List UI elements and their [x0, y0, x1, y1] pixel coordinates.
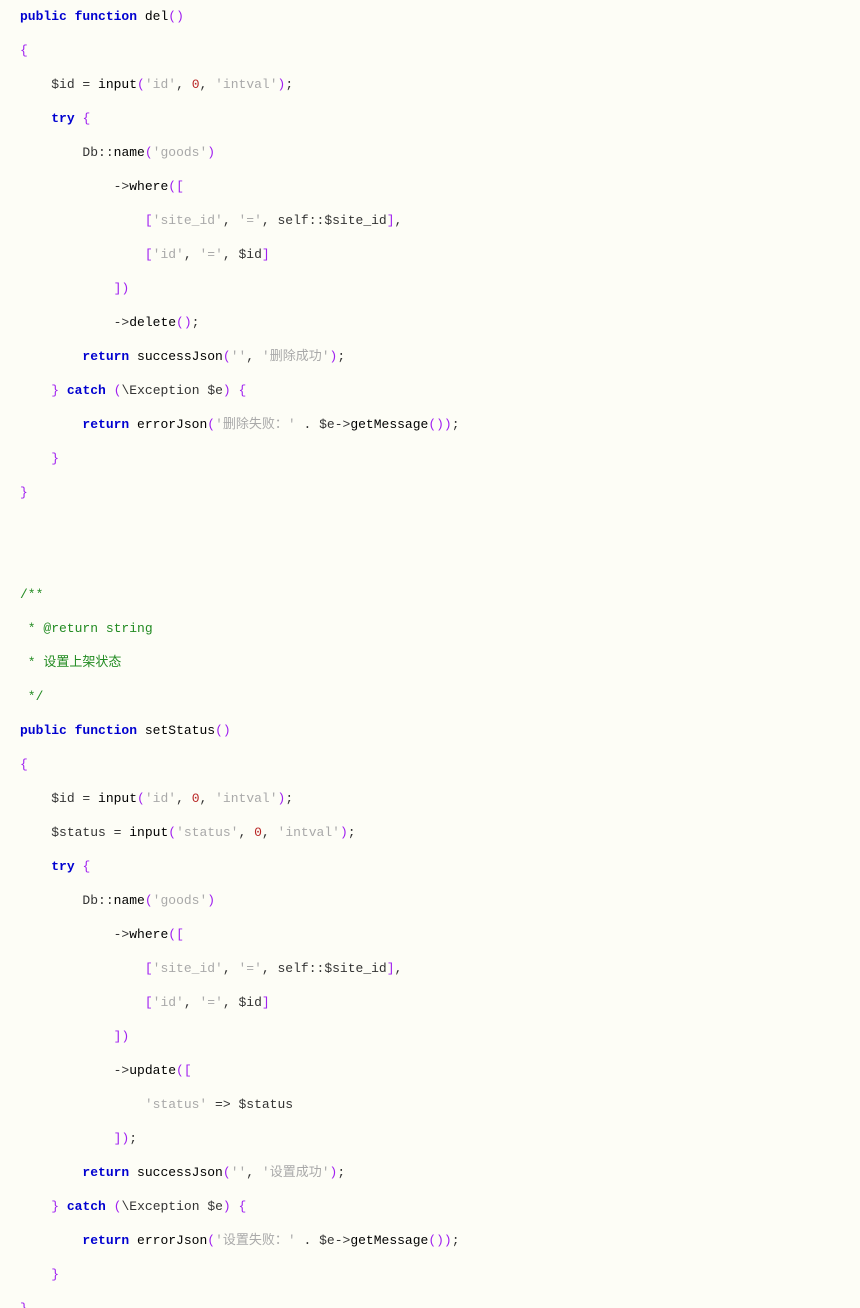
code-line: return successJson('', '设置成功');	[20, 1164, 852, 1181]
code-line: $id = input('id', 0, 'intval');	[20, 76, 852, 93]
code-line: Db::name('goods')	[20, 144, 852, 161]
code-line: ->update([	[20, 1062, 852, 1079]
code-line: public function del()	[20, 8, 852, 25]
code-line: }	[20, 1266, 852, 1283]
code-line: } catch (\Exception $e) {	[20, 382, 852, 399]
code-line: ['id', '=', $id]	[20, 994, 852, 1011]
docblock-line: */	[20, 688, 852, 705]
code-line: $status = input('status', 0, 'intval');	[20, 824, 852, 841]
code-line: ])	[20, 1028, 852, 1045]
code-line: Db::name('goods')	[20, 892, 852, 909]
code-line: return errorJson('删除失败：' . $e->getMessag…	[20, 416, 852, 433]
function-name: del	[145, 9, 168, 24]
code-line: ->delete();	[20, 314, 852, 331]
blank-line	[20, 518, 852, 535]
code-line: try {	[20, 858, 852, 875]
code-line: return errorJson('设置失败：' . $e->getMessag…	[20, 1232, 852, 1249]
docblock-line: /**	[20, 586, 852, 603]
code-line: {	[20, 756, 852, 773]
code-line: }	[20, 484, 852, 501]
code-line: return successJson('', '删除成功');	[20, 348, 852, 365]
code-line: }	[20, 450, 852, 467]
keyword-function: function	[75, 9, 137, 24]
code-line: ->where([	[20, 926, 852, 943]
keyword-public: public	[20, 9, 67, 24]
code-line: ['site_id', '=', self::$site_id],	[20, 960, 852, 977]
code-line: $id = input('id', 0, 'intval');	[20, 790, 852, 807]
code-line: ->where([	[20, 178, 852, 195]
docblock-line: * @return string	[20, 620, 852, 637]
code-line: try {	[20, 110, 852, 127]
code-line: }	[20, 1300, 852, 1308]
code-line: {	[20, 42, 852, 59]
blank-line	[20, 552, 852, 569]
code-block: public function del() { $id = input('id'…	[20, 8, 852, 1308]
code-line: ]);	[20, 1130, 852, 1147]
code-line: ['site_id', '=', self::$site_id],	[20, 212, 852, 229]
docblock-line: * 设置上架状态	[20, 654, 852, 671]
code-line: public function setStatus()	[20, 722, 852, 739]
code-line: ['id', '=', $id]	[20, 246, 852, 263]
code-line: } catch (\Exception $e) {	[20, 1198, 852, 1215]
code-line: ])	[20, 280, 852, 297]
code-line: 'status' => $status	[20, 1096, 852, 1113]
